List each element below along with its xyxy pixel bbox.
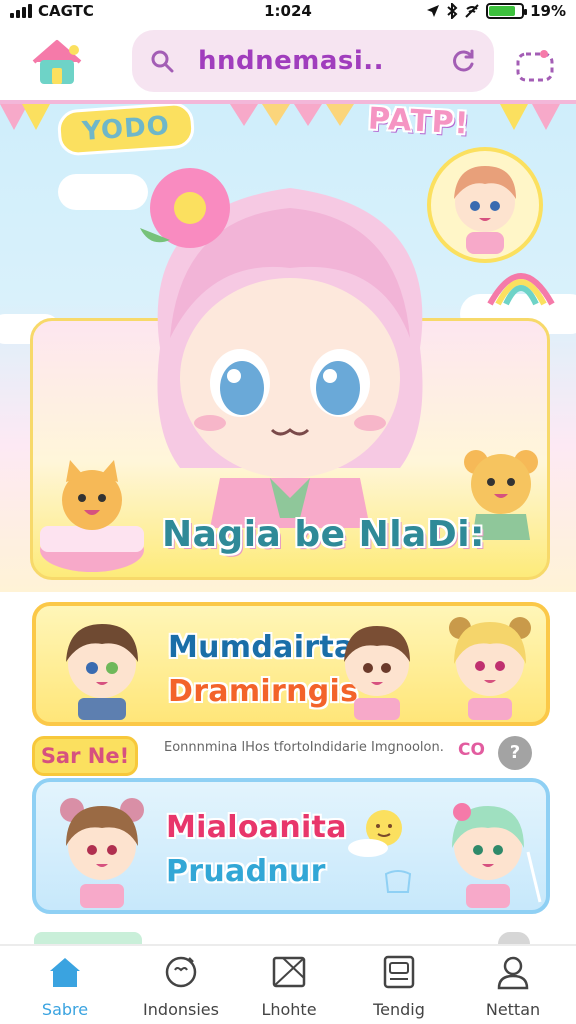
category-card[interactable]: Mumdairta Dramirngis	[32, 602, 550, 726]
refresh-icon[interactable]	[450, 48, 476, 74]
card-subtitle: Pruadnur	[166, 854, 326, 889]
chibi-girl-green	[452, 803, 542, 908]
bluetooth-icon	[447, 3, 458, 19]
tab-label: Lhohte	[261, 1000, 317, 1019]
next-badge-peek	[498, 932, 530, 944]
tab-indonsies[interactable]: Indonsies	[126, 952, 236, 1022]
next-card-peek	[34, 932, 142, 944]
notice-text: Eonnnmina lHos tfortoIndidarie Imgnoolon…	[164, 740, 444, 755]
card-subtitle: Dramirngis	[168, 674, 359, 709]
category-card[interactable]: Mialoanita Pruadnur	[32, 778, 550, 914]
status-bar: CAGTC 1:024 19%	[0, 0, 576, 24]
app-header: hndnemasi..	[0, 24, 576, 104]
chibi-girl-main	[140, 168, 423, 528]
chibi-cat-cake	[40, 460, 144, 572]
notice-count: CO	[458, 740, 485, 760]
search-bar[interactable]: hndnemasi..	[132, 30, 494, 92]
no-signal-icon	[465, 4, 479, 18]
chibi-girl-blonde	[449, 617, 531, 720]
hero-title: Nagia be NlaDi:	[162, 514, 485, 555]
sticker-patp: PATP!	[367, 104, 471, 142]
tab-label: Sabre	[41, 1000, 89, 1019]
menu-icon[interactable]	[514, 48, 556, 84]
pennant	[262, 104, 290, 126]
hero-banner[interactable]: YODO PATP! Nagia be NlaDi:	[0, 104, 576, 592]
pennant	[22, 104, 50, 130]
tab-bar: Sabre Indonsies Lhohte Tendig Nettan	[0, 944, 576, 1024]
search-input[interactable]: hndnemasi..	[198, 46, 384, 76]
pennant	[230, 104, 258, 126]
battery-percent: 19%	[530, 2, 566, 20]
battery-icon	[486, 3, 528, 19]
tab-label: Tendig	[373, 1000, 425, 1019]
notice-row: Sar Ne! Eonnnmina lHos tfortoIndidarie I…	[0, 732, 576, 778]
pennant	[294, 104, 322, 126]
card-title: Mumdairta	[168, 630, 355, 665]
sun-icon	[348, 810, 402, 857]
notice-badge[interactable]: Sar Ne!	[32, 736, 138, 776]
chibi-boy-middle	[344, 626, 410, 720]
tab-label: Nettan	[485, 1000, 541, 1019]
search-icon	[151, 50, 174, 73]
card-title: Mialoanita	[166, 810, 347, 845]
pennant	[532, 104, 560, 130]
home-icon	[50, 958, 80, 987]
pennant	[500, 104, 528, 130]
location-icon	[427, 5, 440, 17]
heart-bubble-icon	[165, 956, 197, 988]
envelope-icon	[272, 956, 306, 988]
status-right: 19%	[426, 2, 566, 20]
star-icon	[384, 870, 412, 893]
tab-sabre[interactable]: Sabre	[10, 952, 120, 1022]
info-icon[interactable]: ?	[498, 736, 532, 770]
home-icon[interactable]	[28, 36, 86, 88]
tv-icon	[383, 955, 415, 989]
pennant	[326, 104, 354, 126]
chibi-boy-left	[66, 624, 138, 720]
profile-icon	[497, 956, 529, 990]
tab-label: Indonsies	[143, 1000, 219, 1019]
tab-tendig[interactable]: Tendig	[344, 952, 454, 1022]
tab-lhohte[interactable]: Lhohte	[234, 952, 344, 1022]
tab-nettan[interactable]: Nettan	[458, 952, 568, 1022]
chibi-bear-girl	[60, 798, 144, 908]
